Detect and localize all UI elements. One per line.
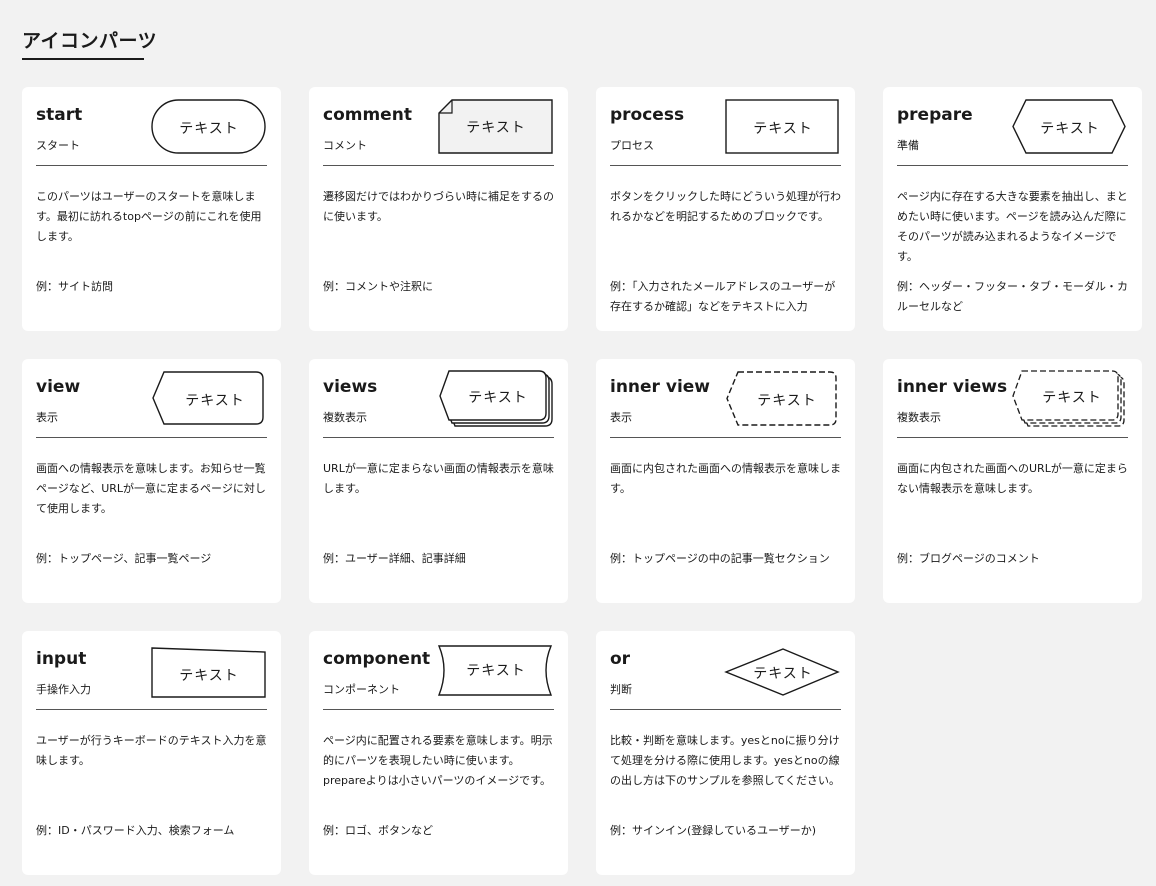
- card-title: process: [610, 105, 685, 125]
- card-title: view: [36, 377, 81, 397]
- card-title: input: [36, 649, 87, 669]
- card-header: component コンポーネント テキスト: [323, 643, 554, 710]
- card-description: 遷移図だけではわかりづらい時に補足をするのに使います。: [323, 190, 554, 223]
- card-subtitle: コメント: [323, 139, 367, 152]
- card-header: views 複数表示 テキスト: [323, 370, 554, 438]
- card-header: start スタート テキスト: [36, 99, 267, 166]
- card-header: process プロセス テキスト: [610, 99, 841, 166]
- display-dashed-shape-icon: テキスト: [725, 371, 841, 429]
- card-header: inner view 表示 テキスト: [610, 371, 841, 438]
- card-description: 画面に内包された画面へのURLが一意に定まらない情報表示を意味します。: [897, 462, 1128, 495]
- shape-label: テキスト: [179, 121, 239, 137]
- card-title: prepare: [897, 105, 973, 125]
- manual-input-shape-icon: テキスト: [151, 643, 267, 701]
- card-subtitle: 準備: [897, 139, 919, 152]
- card-description: 比較・判断を意味します。yesとnoに振り分けて処理を分ける際に使用します。ye…: [610, 734, 841, 787]
- card-subtitle: プロセス: [610, 139, 654, 152]
- card-header: inner views 複数表示 テキスト: [897, 370, 1128, 438]
- section-title-underline: [22, 58, 144, 60]
- card-title: start: [36, 105, 83, 125]
- card-title: comment: [323, 105, 412, 125]
- card-example: 例：ロゴ、ボタンなど: [323, 824, 433, 837]
- card-subtitle: 表示: [36, 411, 58, 424]
- card-description: URLが一意に定まらない画面の情報表示を意味します。: [323, 462, 554, 495]
- card-description: ページ内に存在する大きな要素を抽出し、まとめたい時に使います。ページを読み込んだ…: [897, 190, 1128, 263]
- card-view: view 表示 テキスト画面への情報表示を意味します。お知らせ一覧ページなど、URL…: [22, 359, 281, 603]
- shape-label: テキスト: [753, 121, 813, 137]
- card-input: input 手操作入力 テキストユーザーが行うキーボードのテキスト入力を意味します。…: [22, 631, 281, 875]
- card-example: 例：コメントや注釈に: [323, 280, 433, 293]
- card-subtitle: コンポーネント: [323, 683, 400, 696]
- section-title: アイコンパーツ: [22, 30, 158, 52]
- card-title: inner views: [897, 377, 1008, 397]
- card-component: component コンポーネント テキストページ内に配置される要素を意味します。明…: [309, 631, 568, 875]
- card-subtitle: スタート: [36, 139, 80, 152]
- hexagon-shape-icon: テキスト: [1012, 99, 1128, 157]
- card-example: 例：ユーザー詳細、記事詳細: [323, 552, 466, 565]
- card-subtitle: 判断: [610, 683, 632, 696]
- rectangle-shape-icon: テキスト: [725, 99, 841, 157]
- card-header: or 判断 テキスト: [610, 643, 841, 710]
- card-example: 例：ブログページのコメント: [897, 552, 1040, 565]
- card-comment: comment コメント テキスト遷移図だけではわかりづらい時に補足をするのに使いま…: [309, 87, 568, 331]
- card-example: 例：サインイン(登録しているユーザーか): [610, 824, 817, 837]
- display-dashed-multi-shape-icon: テキスト: [1012, 370, 1128, 429]
- display-multi-shape-icon: テキスト: [438, 370, 554, 429]
- card-description: ユーザーが行うキーボードのテキスト入力を意味します。: [36, 734, 267, 767]
- card-description: 画面に内包された画面への情報表示を意味します。: [610, 462, 841, 495]
- shape-label: テキスト: [466, 120, 526, 136]
- shape-label: テキスト: [468, 390, 528, 406]
- shape-label: テキスト: [753, 666, 813, 682]
- card-subtitle: 複数表示: [897, 411, 941, 424]
- shape-label: テキスト: [1040, 121, 1100, 137]
- icon-parts-grid: start スタート テキスト このパーツはユーザーのスタートを意味します。最初に訪れ…: [22, 87, 1142, 875]
- diamond-shape-icon: テキスト: [724, 643, 841, 701]
- shape-label: テキスト: [179, 668, 239, 684]
- card-process: process プロセス テキストボタンをクリックした時にどういう処理が行われるかな…: [596, 87, 855, 331]
- shape-label: テキスト: [1042, 390, 1102, 406]
- note-shape-icon: テキスト: [438, 99, 554, 157]
- terminal-shape-icon: テキスト: [151, 99, 267, 157]
- card-example: 例：トップページ、記事一覧ページ: [36, 552, 212, 565]
- card-subtitle: 複数表示: [323, 411, 367, 424]
- component-shape-icon: テキスト: [437, 643, 554, 701]
- card-header: prepare 準備 テキスト: [897, 99, 1128, 166]
- shape-label: テキスト: [757, 393, 817, 409]
- card-views: views 複数表示 テキスト URLが一意に定まらない画面の情報表示を意味します。例…: [309, 359, 568, 603]
- card-prepare: prepare 準備 テキストページ内に存在する大きな要素を抽出し、まとめたい時に使…: [883, 87, 1142, 331]
- card-inner-views: inner views 複数表示 テキスト画面に内包された画面へのURLが一意に定ま…: [883, 359, 1142, 603]
- card-example: 例：ヘッダー・フッター・タブ・モーダル・カルーセルなど: [897, 280, 1128, 313]
- card-subtitle: 表示: [610, 411, 632, 424]
- card-description: このパーツはユーザーのスタートを意味します。最初に訪れるtopページの前にこれを…: [36, 190, 262, 243]
- page: アイコンパーツ start スタート テキスト このパーツはユーザーのスタートを意味し…: [0, 0, 1156, 886]
- card-or: or 判断 テキスト比較・判断を意味します。yesとnoに振り分けて処理を分ける際に…: [596, 631, 855, 875]
- card-header: input 手操作入力 テキスト: [36, 643, 267, 710]
- card-title: views: [323, 377, 378, 397]
- card-description: ボタンをクリックした時にどういう処理が行われるかなどを明記するためのブロックです…: [610, 190, 841, 223]
- card-header: comment コメント テキスト: [323, 99, 554, 166]
- card-example: 例：サイト訪問: [36, 280, 113, 293]
- card-start: start スタート テキストこのパーツはユーザーのスタートを意味します。最初に訪れ…: [22, 87, 281, 331]
- card-example: 例：トップページの中の記事一覧セクション: [610, 552, 830, 565]
- card-title: component: [323, 649, 431, 669]
- card-inner-view: inner view 表示 テキスト画面に内包された画面への情報表示を意味します。例…: [596, 359, 855, 603]
- display-shape-icon: テキスト: [151, 371, 267, 429]
- card-description: 画面への情報表示を意味します。お知らせ一覧ページなど、URLが一意に定まるページ…: [36, 462, 266, 515]
- card-title: or: [610, 649, 631, 669]
- shape-label: テキスト: [466, 663, 526, 679]
- card-example: 例：「入力されたメールアドレスのユーザーが存在するか確認」などをテキストに入力: [610, 280, 836, 313]
- card-example: 例：ID・パスワード入力、検索フォーム: [36, 824, 235, 837]
- card-title: inner view: [610, 377, 711, 397]
- card-subtitle: 手操作入力: [36, 683, 91, 696]
- card-header: view 表示 テキスト: [36, 371, 267, 438]
- card-description: ページ内に配置される要素を意味します。明示的にパーツを表現したい時に使います。p…: [323, 734, 553, 787]
- shape-label: テキスト: [185, 393, 245, 409]
